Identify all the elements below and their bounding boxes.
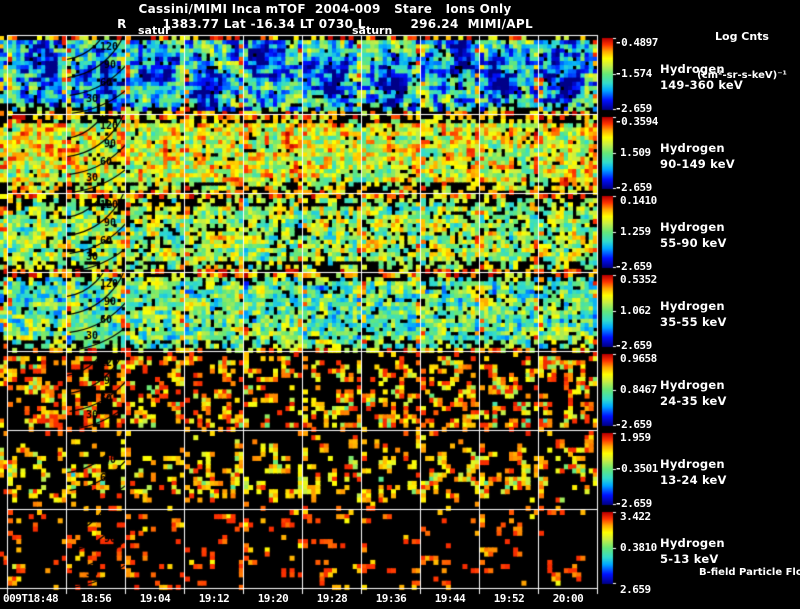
row-species-label: Hydrogen [660,141,725,155]
time-tick-label: 009T18:48 [3,592,59,605]
time-tick-label: 19:52 [493,592,525,605]
colorbar-tick-mid: 1.509 [620,146,651,159]
row-species-label: Hydrogen [660,62,725,76]
saturn-marker-label-1: satur [138,24,171,37]
row-energy-label: 90-149 keV [660,157,735,171]
colorbar-tick-bottom: -2.659 [615,181,652,194]
row-energy-label: 13-24 keV [660,473,727,487]
colorbar-tick-top: 3.422 [620,510,651,523]
colorbar-tick-top: -0.4897 [615,36,658,49]
page-title: Cassini/MIMI Inca mTOF 2004-009 Stare Io… [138,2,512,16]
colorbar-tick-bottom: -2.659 [615,102,652,115]
row-energy-label: 5-13 keV [660,552,719,566]
time-tick-label: 18:56 [80,592,112,605]
time-tick-label: 19:20 [257,592,289,605]
colorbar-tick-mid: -1.574 [615,67,652,80]
colorbar-tick-bottom: -2.659 [615,339,652,352]
row-species-label: Hydrogen [660,299,725,313]
row-species-label: Hydrogen [660,457,725,471]
row-species-label: Hydrogen [660,536,725,550]
colorbar-tick-top: 1.959 [620,431,651,444]
colorbar-tick-top: 0.5352 [620,273,657,286]
colorbar-tick-bottom: -2.659 [615,497,652,510]
time-tick-label: 19:44 [434,592,466,605]
colorbar-tick-mid: 1.259 [620,225,651,238]
colorbar-tick-bottom: 2.659 [620,583,651,596]
units-line1: Log Cnts [715,30,769,43]
time-tick-label: 19:36 [375,592,407,605]
colorbar-tick-bottom: -2.659 [615,260,652,273]
colorbar-tick-mid: -0.3501 [615,462,658,475]
colorbar-tick-mid: 0.3810 [620,541,657,554]
time-tick-label: 19:04 [139,592,171,605]
time-tick-label: 19:28 [316,592,348,605]
row-species-label: Hydrogen [660,220,725,234]
time-tick-label: 20:00 [552,592,584,605]
row-energy-label: 35-55 keV [660,315,727,329]
colorbar-tick-mid: 0.8467 [620,383,657,396]
colorbar-units-label: Log Cnts (cm²-sr-s-keV)⁻¹ [686,4,798,108]
bfield-flow-label: B-field Particle Flow [699,567,800,578]
row-energy-label: 149-360 keV [660,78,744,92]
saturn-marker-label-2: saturn [352,24,393,37]
colorbar-tick-bottom: -2.659 [615,418,652,431]
row-species-label: Hydrogen [660,378,725,392]
spectrogram-window: Cassini/MIMI Inca mTOF 2004-009 Stare Io… [0,0,800,609]
time-tick-label: 19:12 [198,592,230,605]
colorbar-tick-top: -0.3594 [615,115,658,128]
colorbar-tick-top: 0.9658 [620,352,657,365]
row-energy-label: 55-90 keV [660,236,727,250]
row-energy-label: 24-35 keV [660,394,727,408]
colorbar-tick-top: 0.1410 [620,194,657,207]
colorbar-tick-mid: 1.062 [620,304,651,317]
ephemeris-subtitle: R 1383.77 Lat -16.34 LT 0730 L 296.24 MI… [117,17,533,31]
